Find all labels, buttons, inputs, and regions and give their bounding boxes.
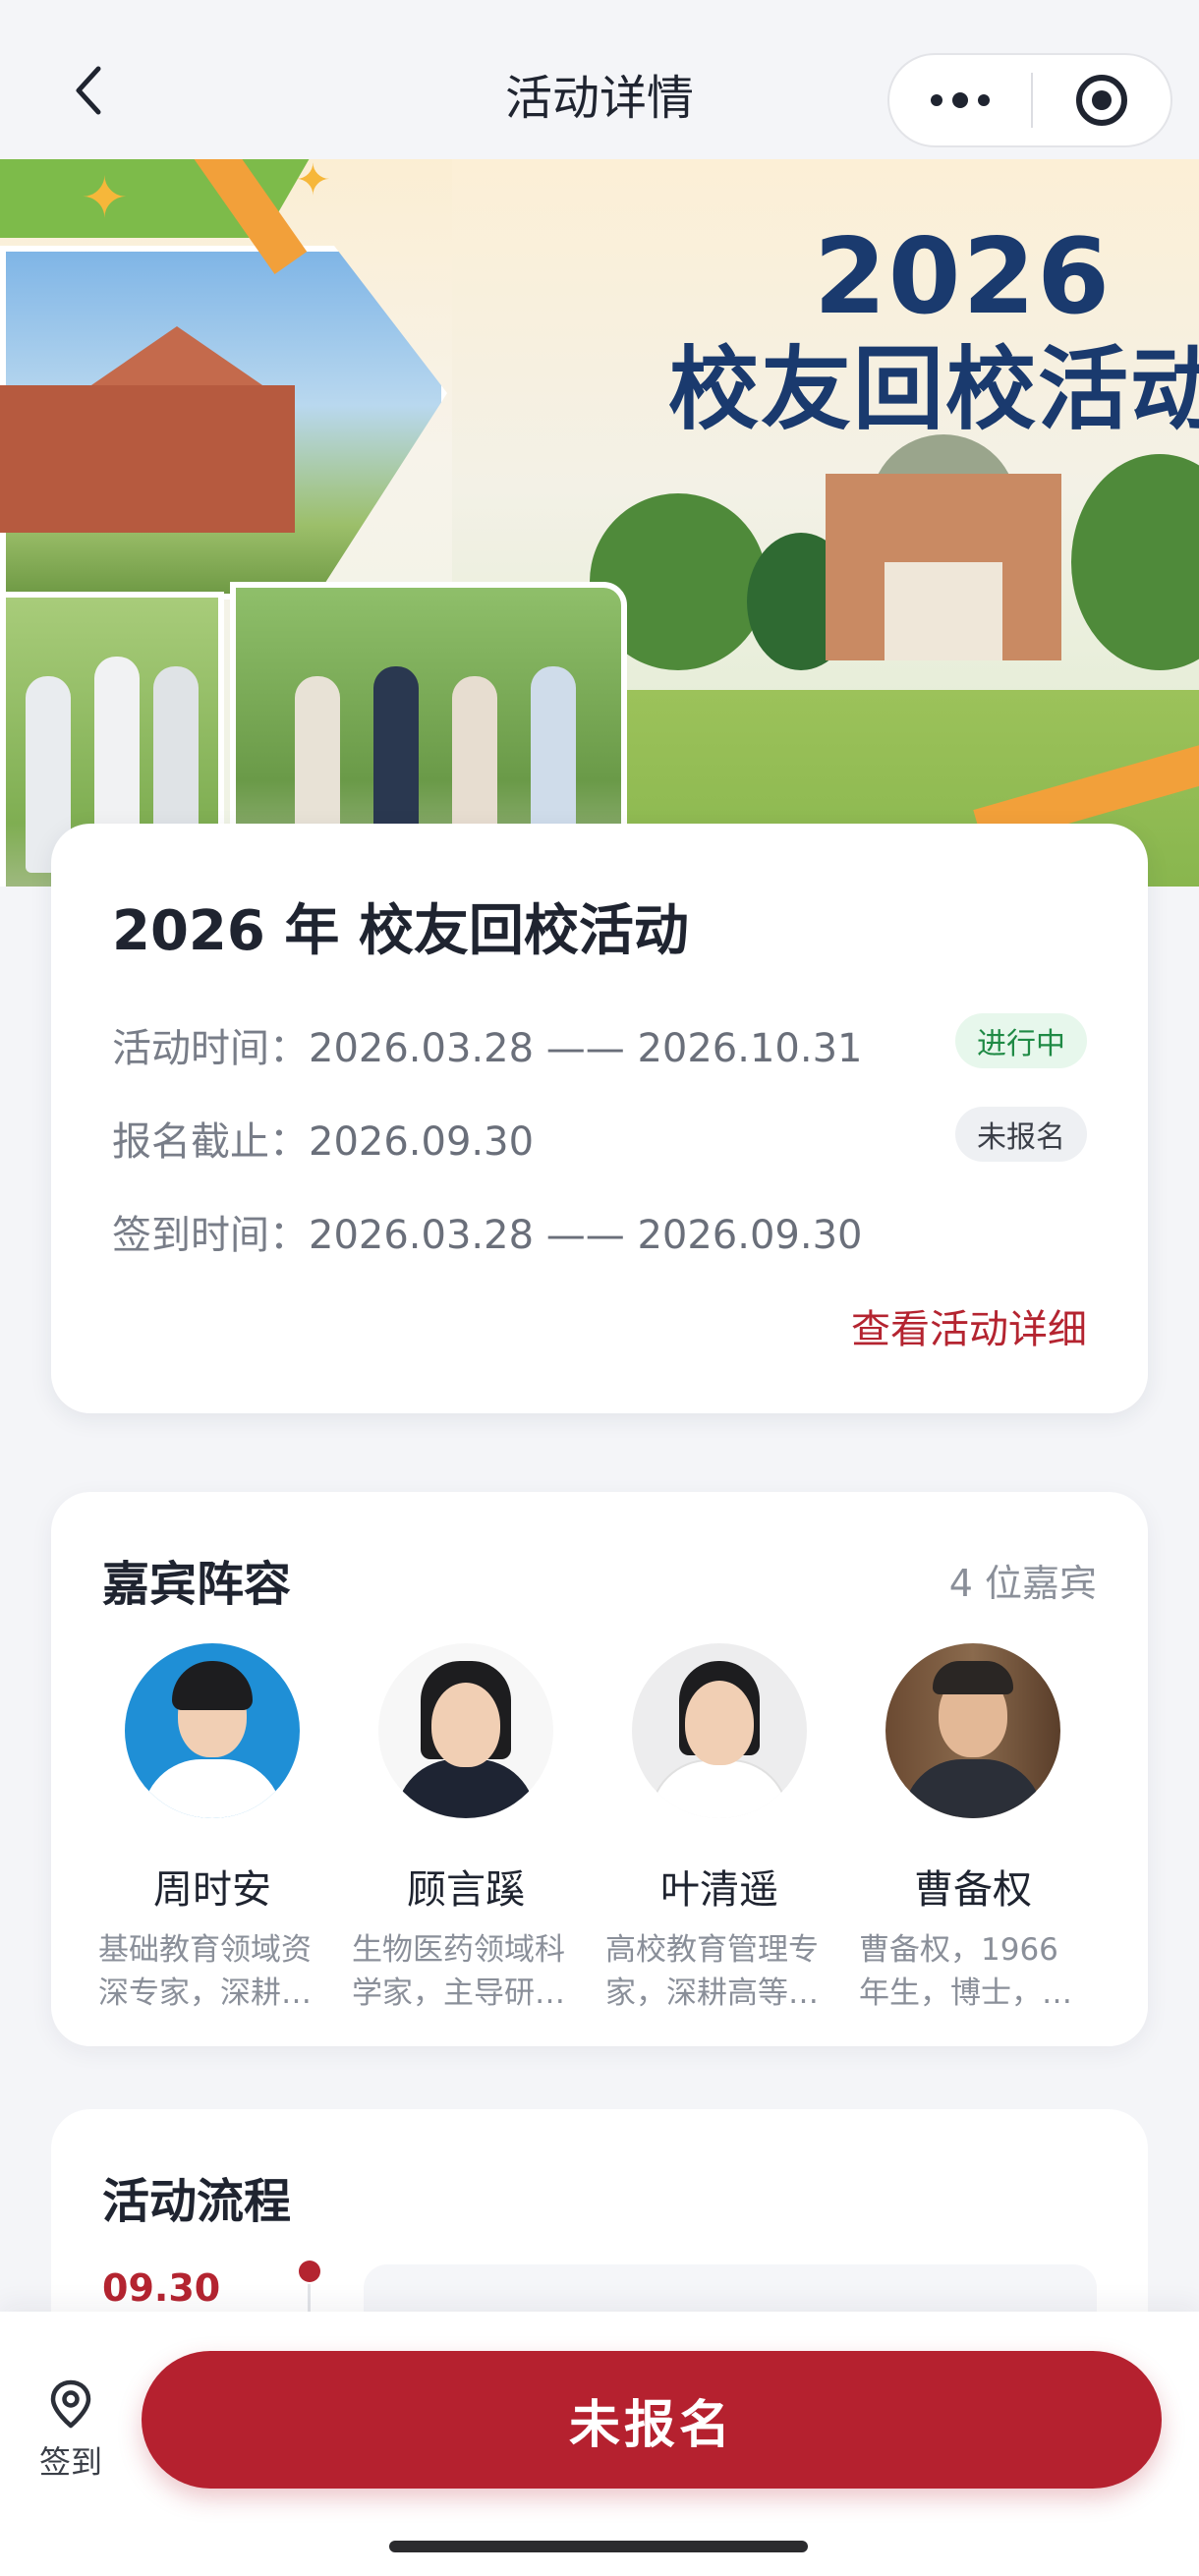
location-pin-icon — [50, 2379, 91, 2429]
banner-title: 校友回校活动 — [668, 337, 1199, 442]
home-indicator — [389, 2541, 808, 2552]
checkin-time-label: 签到时间： — [112, 1213, 309, 1258]
event-banner: ✦ ✦ 2026 校友回校活动 — [0, 159, 1199, 887]
view-detail-link[interactable]: 查看活动详细 — [851, 1297, 1087, 1354]
avatar-face — [431, 1683, 500, 1767]
status-badge: 进行中 — [955, 1013, 1087, 1068]
activity-time-label: 活动时间： — [112, 1026, 309, 1071]
event-info-card: 2026 年 校友回校活动 活动时间：2026.03.28 —— 2026.10… — [51, 824, 1148, 1413]
activity-time-value: 2026.03.28 —— 2026.10.31 — [309, 1026, 863, 1071]
avatar-body — [650, 1759, 789, 1818]
guest-count: 4 位嘉宾 — [948, 1562, 1097, 1605]
sparkle-icon: ✦ — [295, 159, 331, 205]
avatar-hair — [933, 1661, 1013, 1694]
guest-description: 生物医药领域科学家，主导研… — [352, 1932, 565, 2011]
checkin-label: 签到 — [38, 2443, 102, 2481]
avatar — [378, 1643, 553, 1818]
schedule-date: 09.30 — [102, 2266, 221, 2310]
avatar — [632, 1643, 807, 1818]
guest-name: 叶清遥 — [660, 1867, 778, 1913]
event-title: 2026 年 校友回校活动 — [112, 899, 689, 963]
guest-item[interactable]: 周时安 基础教育领域资深专家，深耕… — [94, 1643, 330, 2015]
close-mini-program-button[interactable] — [1033, 55, 1170, 145]
banner-columns — [885, 562, 1002, 660]
guest-description: 高校教育管理专家，深耕高等… — [605, 1932, 819, 2011]
schedule-section-title: 活动流程 — [102, 2174, 292, 2229]
guest-name: 曹备权 — [914, 1867, 1032, 1913]
avatar-body — [903, 1759, 1043, 1818]
target-circle-icon — [1076, 75, 1127, 126]
nav-bar: 活动详情 — [0, 0, 1199, 159]
guests-card: 嘉宾阵容 4 位嘉宾 周时安 基础教育领域资深专家，深耕… 顾言蹊 生物医药领域… — [51, 1492, 1148, 2046]
guest-item[interactable]: 叶清遥 高校教育管理专家，深耕高等… — [601, 1643, 837, 2015]
avatar-body — [143, 1759, 282, 1818]
deadline-row: 报名截止：2026.09.30 — [112, 1110, 534, 1167]
deadline-label: 报名截止： — [112, 1119, 309, 1165]
avatar-face — [685, 1681, 754, 1765]
timeline-dot — [299, 2261, 320, 2282]
avatar — [885, 1643, 1060, 1818]
guest-item[interactable]: 顾言蹊 生物医药领域科学家，主导研… — [348, 1643, 584, 2015]
more-dots-icon — [931, 92, 990, 108]
mini-program-capsule — [887, 53, 1172, 147]
checkin-time-value: 2026.03.28 —— 2026.09.30 — [309, 1213, 863, 1258]
checkin-button[interactable]: 签到 — [28, 2378, 114, 2483]
guest-description: 曹备权，1966年生，博士，… — [859, 1932, 1072, 2011]
avatar-body — [396, 1759, 536, 1818]
deadline-value: 2026.09.30 — [309, 1119, 535, 1165]
activity-time-row: 活动时间：2026.03.28 —— 2026.10.31 — [112, 1016, 862, 1073]
register-button[interactable]: 未报名 — [142, 2351, 1162, 2489]
guest-name: 顾言蹊 — [407, 1867, 525, 1913]
guest-item[interactable]: 曹备权 曹备权，1966年生，博士，… — [855, 1643, 1091, 2015]
more-button[interactable] — [889, 55, 1031, 145]
bottom-action-bar: 签到 未报名 — [0, 2312, 1199, 2576]
checkin-time-row: 签到时间：2026.03.28 —— 2026.09.30 — [112, 1203, 862, 1260]
guests-section-title: 嘉宾阵容 — [102, 1557, 292, 1612]
avatar-hair — [172, 1661, 253, 1710]
banner-campus-building — [0, 385, 295, 533]
guest-description: 基础教育领域资深专家，深耕… — [98, 1932, 312, 2011]
avatar — [125, 1643, 300, 1818]
guest-name: 周时安 — [153, 1867, 271, 1913]
registration-badge: 未报名 — [955, 1107, 1087, 1162]
